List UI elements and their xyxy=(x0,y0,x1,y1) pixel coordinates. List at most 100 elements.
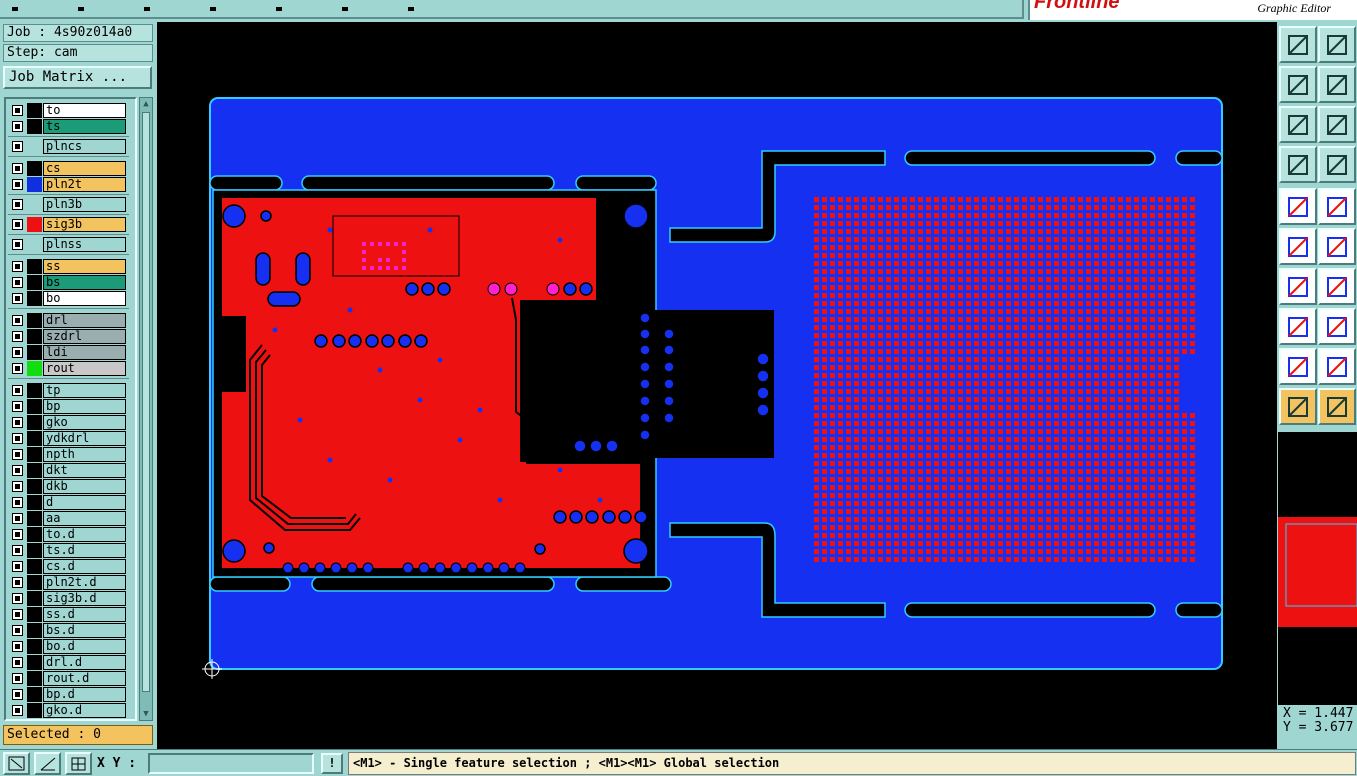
layer-checkbox[interactable] xyxy=(12,331,23,342)
line-angle-button[interactable] xyxy=(34,752,61,775)
layer-checkbox[interactable] xyxy=(12,293,23,304)
layer-color-swatch[interactable] xyxy=(27,623,42,638)
layer-color-swatch[interactable] xyxy=(27,259,42,274)
layer-checkbox[interactable] xyxy=(12,121,23,132)
layer-row-plncs[interactable]: plncs xyxy=(8,139,127,154)
layer-row-bo-d[interactable]: bo.d xyxy=(8,639,127,654)
layer-color-swatch[interactable] xyxy=(27,479,42,494)
layer-checkbox[interactable] xyxy=(12,609,23,620)
connect-button[interactable] xyxy=(1279,228,1317,265)
layer-row-pln3b[interactable]: pln3b xyxy=(8,197,127,212)
layer-color-swatch[interactable] xyxy=(27,607,42,622)
grid-button[interactable] xyxy=(1318,146,1356,183)
layer-checkbox[interactable] xyxy=(12,179,23,190)
zoom-right-button[interactable] xyxy=(1318,66,1356,103)
layer-checkbox[interactable] xyxy=(12,577,23,588)
layer-row-tp[interactable]: tp xyxy=(8,383,127,398)
layer-checkbox[interactable] xyxy=(12,401,23,412)
layer-checkbox[interactable] xyxy=(12,449,23,460)
layer-row-plnss[interactable]: plnss xyxy=(8,237,127,252)
layer-row-ts-d[interactable]: ts.d xyxy=(8,543,127,558)
layer-color-swatch[interactable] xyxy=(27,275,42,290)
warning-button[interactable]: ! xyxy=(321,753,343,774)
layer-color-swatch[interactable] xyxy=(27,591,42,606)
layer-row-ydkdrl[interactable]: ydkdrl xyxy=(8,431,127,446)
zoom-page-up-button[interactable] xyxy=(1279,26,1317,63)
layer-color-swatch[interactable] xyxy=(27,559,42,574)
layer-checkbox[interactable] xyxy=(12,315,23,326)
layer-checkbox[interactable] xyxy=(12,529,23,540)
layer-row-szdrl[interactable]: szdrl xyxy=(8,329,127,344)
layer-color-swatch[interactable] xyxy=(27,431,42,446)
layer-row-drl[interactable]: drl xyxy=(8,313,127,328)
layer-checkbox[interactable] xyxy=(12,105,23,116)
layer-row-dkb[interactable]: dkb xyxy=(8,479,127,494)
line-button[interactable] xyxy=(1318,268,1356,305)
layer-color-swatch[interactable] xyxy=(27,495,42,510)
layer-row-bp-d[interactable]: bp.d xyxy=(8,687,127,702)
layer-checkbox[interactable] xyxy=(12,277,23,288)
layer-color-swatch[interactable] xyxy=(27,329,42,344)
layer-color-swatch[interactable] xyxy=(27,345,42,360)
layer-color-swatch[interactable] xyxy=(27,161,42,176)
layer-color-swatch[interactable] xyxy=(27,361,42,376)
zoom-fit-button[interactable] xyxy=(1279,106,1317,143)
layer-color-swatch[interactable] xyxy=(27,217,42,232)
layer-color-swatch[interactable] xyxy=(27,575,42,590)
layer-row-drl-d[interactable]: drl.d xyxy=(8,655,127,670)
layer-row-gko[interactable]: gko xyxy=(8,415,127,430)
layer-color-swatch[interactable] xyxy=(27,197,42,212)
layer-checkbox[interactable] xyxy=(12,561,23,572)
layer-color-swatch[interactable] xyxy=(27,703,42,718)
layer-row-npth[interactable]: npth xyxy=(8,447,127,462)
zoom-box-button[interactable] xyxy=(3,752,30,775)
layer-checkbox[interactable] xyxy=(12,261,23,272)
scroll-down-icon[interactable]: ▼ xyxy=(141,709,151,719)
graphic-canvas[interactable] xyxy=(157,22,1277,749)
layer-color-swatch[interactable] xyxy=(27,655,42,670)
layer-checkbox[interactable] xyxy=(12,163,23,174)
layer-checkbox[interactable] xyxy=(12,513,23,524)
layer-color-swatch[interactable] xyxy=(27,447,42,462)
scroll-up-icon[interactable]: ▲ xyxy=(141,99,151,109)
layer-checkbox[interactable] xyxy=(12,199,23,210)
layer-color-swatch[interactable] xyxy=(27,177,42,192)
zoom-page-down-button[interactable] xyxy=(1318,26,1356,63)
layer-checkbox[interactable] xyxy=(12,465,23,476)
snap-grid-button[interactable] xyxy=(65,752,92,775)
layer-list-scrollbar[interactable]: ▲ ▼ xyxy=(139,97,153,721)
layer-checkbox[interactable] xyxy=(12,219,23,230)
zoom-left-button[interactable] xyxy=(1279,66,1317,103)
minus-button[interactable] xyxy=(1318,308,1356,345)
settings-button[interactable] xyxy=(1279,146,1317,183)
layer-row-ldi[interactable]: ldi xyxy=(8,345,127,360)
layer-row-ts[interactable]: ts xyxy=(8,119,127,134)
layer-color-swatch[interactable] xyxy=(27,103,42,118)
layer-row-gko-d[interactable]: gko.d xyxy=(8,703,127,718)
layer-color-swatch[interactable] xyxy=(27,291,42,306)
cross-button[interactable] xyxy=(1318,228,1356,265)
job-matrix-button[interactable]: Job Matrix ... xyxy=(3,66,152,89)
layer-row-rout-d[interactable]: rout.d xyxy=(8,671,127,686)
layer-row-rout[interactable]: rout xyxy=(8,361,127,376)
layer-row-bo[interactable]: bo xyxy=(8,291,127,306)
layer-checkbox[interactable] xyxy=(12,673,23,684)
overview-map[interactable] xyxy=(1278,432,1357,705)
layer-checkbox[interactable] xyxy=(12,545,23,556)
layer-color-swatch[interactable] xyxy=(27,139,42,154)
layer-row-sig3b-d[interactable]: sig3b.d xyxy=(8,591,127,606)
layer-color-swatch[interactable] xyxy=(27,671,42,686)
copy-button[interactable] xyxy=(1279,308,1317,345)
zoom-center-button[interactable] xyxy=(1318,106,1356,143)
layer-color-swatch[interactable] xyxy=(27,119,42,134)
layer-checkbox[interactable] xyxy=(12,625,23,636)
layer-checkbox[interactable] xyxy=(12,363,23,374)
layer-checkbox[interactable] xyxy=(12,347,23,358)
triangle-button[interactable] xyxy=(1279,348,1317,385)
layer-color-swatch[interactable] xyxy=(27,639,42,654)
layer-color-swatch[interactable] xyxy=(27,463,42,478)
snap-button[interactable] xyxy=(1279,188,1317,225)
layer-checkbox[interactable] xyxy=(12,657,23,668)
layer-row-bp[interactable]: bp xyxy=(8,399,127,414)
layer-color-swatch[interactable] xyxy=(27,237,42,252)
